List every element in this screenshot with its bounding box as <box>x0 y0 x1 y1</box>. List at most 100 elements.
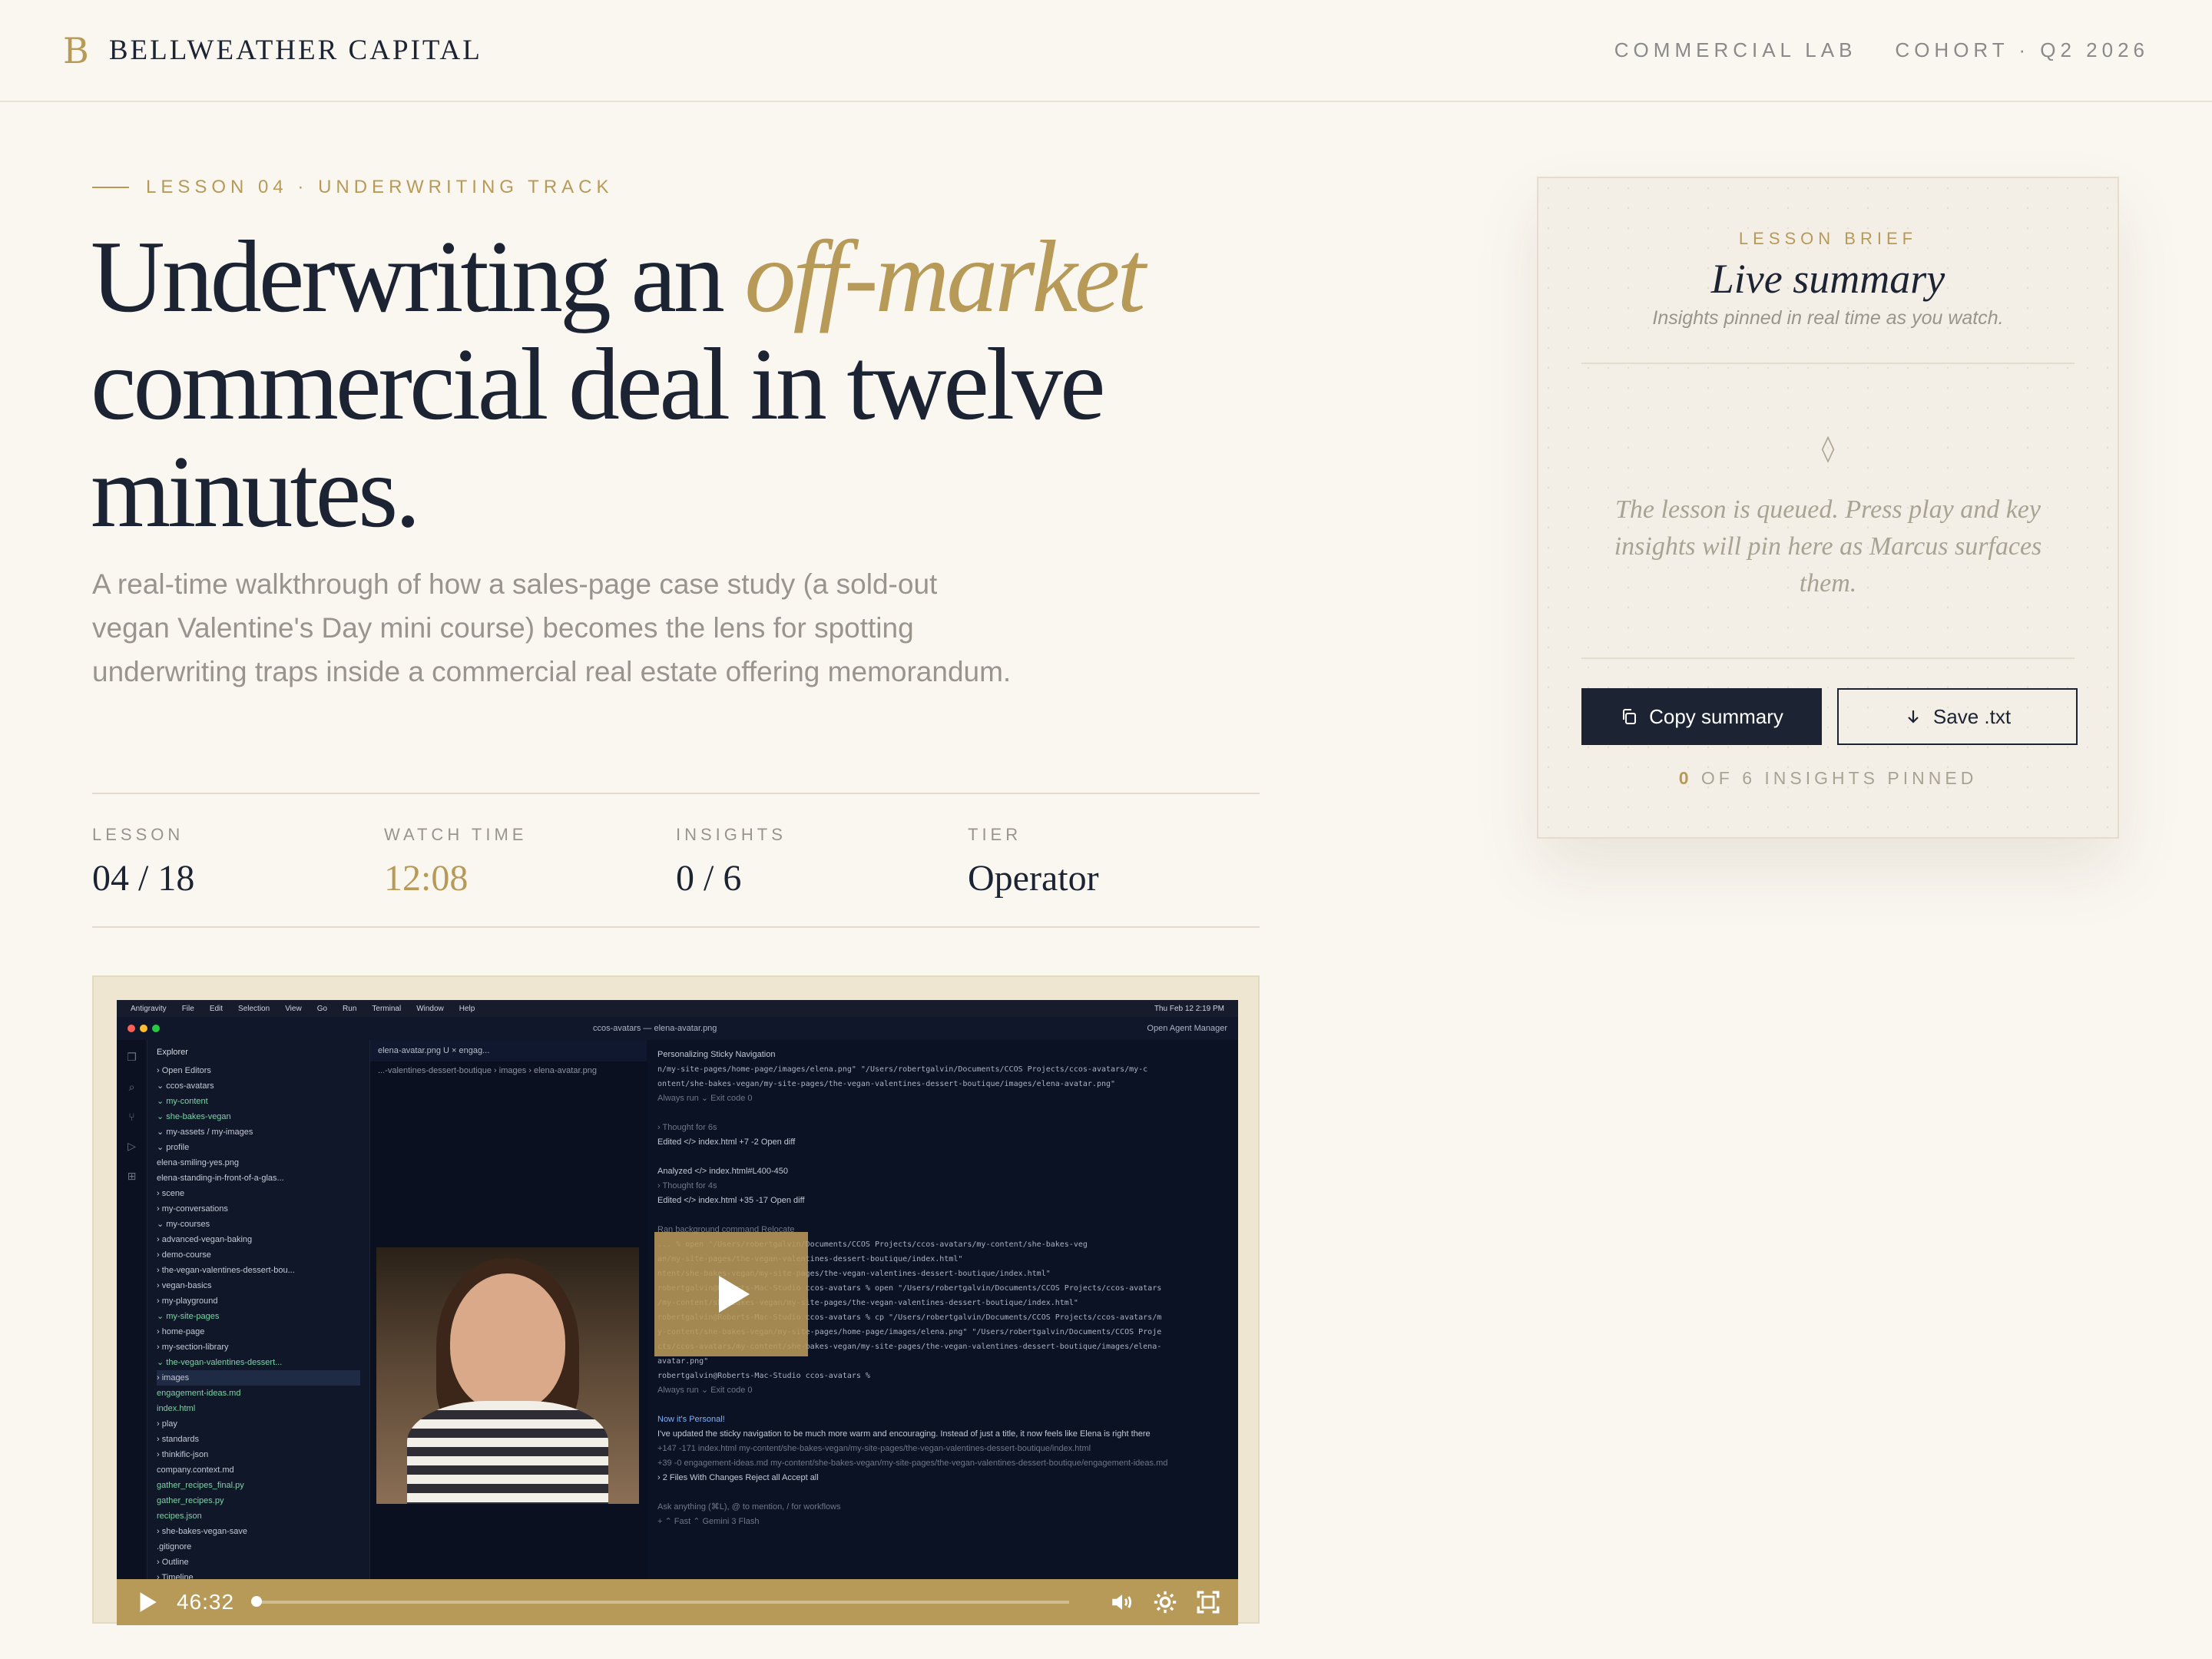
lesson-stats: LESSON 04 / 18 WATCH TIME 12:08 INSIGHTS… <box>92 793 1260 928</box>
chat-line: Ask anything (⌘L), @ to mention, / for w… <box>657 1502 841 1512</box>
window-controls <box>127 1025 160 1032</box>
tree-item: ⌄ ccos-avatars <box>157 1081 214 1091</box>
menubar-clock: Thu Feb 12 2:19 PM <box>1154 1004 1224 1013</box>
small-play-button[interactable] <box>134 1589 160 1615</box>
explorer-title: Explorer <box>157 1048 188 1057</box>
chat-line: › Thought for 6s <box>657 1123 717 1132</box>
seek-bar[interactable] <box>251 1596 1069 1607</box>
lesson-eyebrow: LESSON 04 · UNDERWRITING TRACK <box>92 177 614 198</box>
video-player[interactable]: Antigravity File Edit Selection View Go … <box>92 975 1260 1625</box>
video-controls: 46:32 <box>117 1579 1238 1625</box>
download-arrow-icon <box>1908 710 1919 724</box>
minimize-dot-icon <box>140 1025 147 1032</box>
tree-item: › thinkific-json <box>157 1450 209 1459</box>
tree-item: › Timeline <box>157 1573 194 1579</box>
tree-item: ⌄ the-vegan-valentines-dessert... <box>157 1358 283 1367</box>
stat-value: Operator <box>968 858 1099 899</box>
editor-tab: elena-avatar.png U × engag... <box>370 1040 647 1061</box>
chat-line: + ⌃ Fast ⌃ Gemini 3 Flash <box>657 1517 760 1526</box>
tree-item: › scene <box>157 1189 185 1198</box>
chat-line: I've updated the sticky navigation to be… <box>657 1429 1151 1439</box>
menubar-item: Antigravity <box>131 1004 167 1013</box>
volume-icon <box>1112 1594 1132 1610</box>
chat-line: +147 -171 index.html my-content/she-bake… <box>657 1444 1091 1453</box>
avatar-photo <box>376 1247 639 1504</box>
chat-line <box>657 1106 1227 1121</box>
eyebrow-text: LESSON 04 · UNDERWRITING TRACK <box>146 177 614 197</box>
copy-icon <box>1623 709 1637 724</box>
headline-pre: Underwriting an <box>91 220 745 333</box>
nav-cohort[interactable]: COHORT · Q2 2026 <box>1895 38 2149 62</box>
run-icon: ▷ <box>127 1140 136 1152</box>
menubar-item: Terminal <box>372 1004 402 1013</box>
play-button[interactable] <box>654 1232 808 1356</box>
chat-line: Edited </> index.html +35 -17 Open diff <box>657 1196 805 1205</box>
fullscreen-button[interactable] <box>1195 1589 1221 1615</box>
chat-title: Personalizing Sticky Navigation <box>657 1050 776 1059</box>
menubar-item: Window <box>416 1004 444 1013</box>
settings-button[interactable] <box>1152 1589 1178 1615</box>
files-icon: ❐ <box>127 1051 137 1063</box>
tree-item: › she-bakes-vegan-save <box>157 1527 248 1536</box>
pinned-count: 0 <box>1678 768 1693 788</box>
top-nav: COMMERCIAL LAB COHORT · Q2 2026 <box>1614 38 2149 62</box>
copy-summary-label: Copy summary <box>1649 704 1783 728</box>
nav-commercial-lab[interactable]: COMMERCIAL LAB <box>1614 38 1857 62</box>
chat-line <box>657 1150 1227 1164</box>
tree-item: › play <box>157 1419 177 1429</box>
chat-line: › Thought for 4s <box>657 1181 717 1190</box>
brand-logo: B <box>63 29 89 71</box>
video-frame: Antigravity File Edit Selection View Go … <box>117 1000 1238 1625</box>
tree-item: ⌄ my-assets / my-images <box>157 1128 253 1137</box>
chat-line: Always run ⌄ Exit code 0 <box>657 1094 753 1103</box>
menubar-item: Help <box>459 1004 475 1013</box>
file-explorer: Explorer › Open Editors ⌄ ccos-avatars ⌄ … <box>147 1040 370 1579</box>
tree-item: engagement-ideas.md <box>157 1389 241 1398</box>
stat-insights: INSIGHTS 0 / 6 <box>676 794 968 926</box>
chat-line: +39 -0 engagement-ideas.md my-content/sh… <box>657 1459 1168 1468</box>
tree-item: › demo-course <box>157 1250 211 1260</box>
tree-item: gather_recipes_final.py <box>157 1481 244 1490</box>
tree-item: › my-playground <box>157 1296 218 1306</box>
tree-item: ⌄ my-site-pages <box>157 1312 220 1321</box>
brand[interactable]: B BELLWEATHER CAPITAL <box>63 30 482 71</box>
save-txt-button[interactable]: Save .txt <box>1837 688 2078 745</box>
chat-line: n/my-site-pages/home-page/images/elena.p… <box>657 1065 1148 1074</box>
tree-item: › vegan-basics <box>157 1281 212 1290</box>
diamond-icon: ◊ <box>1821 433 1835 464</box>
pinned-rest: OF 6 INSIGHTS PINNED <box>1692 768 1978 788</box>
lesson-description: A real-time walkthrough of how a sales-p… <box>92 568 1012 687</box>
save-txt-label: Save .txt <box>1932 704 2012 728</box>
chat-line <box>657 1398 1227 1412</box>
tree-item: ⌄ she-bakes-vegan <box>157 1112 231 1121</box>
stat-tier: TIER Operator <box>968 794 1260 926</box>
extensions-icon: ⊞ <box>127 1170 137 1182</box>
tree-item: › Open Editors <box>157 1066 211 1075</box>
tree-item: index.html <box>157 1404 196 1413</box>
live-summary-card: LESSON BRIEF Live summary Insights pinne… <box>1537 177 2119 839</box>
tree-item: › the-vegan-valentines-dessert-bou... <box>157 1266 295 1275</box>
gear-icon <box>1154 1591 1177 1614</box>
chat-line: Edited </> index.html +7 -2 Open diff <box>657 1137 796 1147</box>
insights-pinned-counter: 0 OF 6 INSIGHTS PINNED <box>1538 768 2118 789</box>
play-icon <box>719 1276 750 1313</box>
tree-item: elena-standing-in-front-of-a-glas... <box>157 1174 284 1183</box>
stat-value: 12:08 <box>384 858 469 899</box>
fullscreen-icon <box>1197 1591 1220 1614</box>
current-time: 46:32 <box>177 1590 235 1614</box>
copy-summary-button[interactable]: Copy summary <box>1581 688 1822 745</box>
menubar-item: File <box>181 1004 194 1013</box>
menubar-item: Selection <box>238 1004 270 1013</box>
tree-item: gather_recipes.py <box>157 1496 224 1505</box>
seek-handle[interactable] <box>251 1596 263 1607</box>
tree-item: ⌄ my-content <box>157 1097 208 1106</box>
stat-lesson: LESSON 04 / 18 <box>92 794 384 926</box>
chat-line: Analyzed </> index.html#L400-450 <box>657 1167 789 1176</box>
top-bar: B BELLWEATHER CAPITAL COMMERCIAL LAB COH… <box>0 0 2212 102</box>
volume-button[interactable] <box>1109 1589 1135 1615</box>
menubar-item: Go <box>316 1004 328 1013</box>
stat-label: WATCH TIME <box>384 825 528 844</box>
photo-face <box>450 1273 565 1412</box>
tree-item: › my-section-library <box>157 1343 229 1352</box>
chat-line: Now it's Personal! <box>657 1415 725 1424</box>
